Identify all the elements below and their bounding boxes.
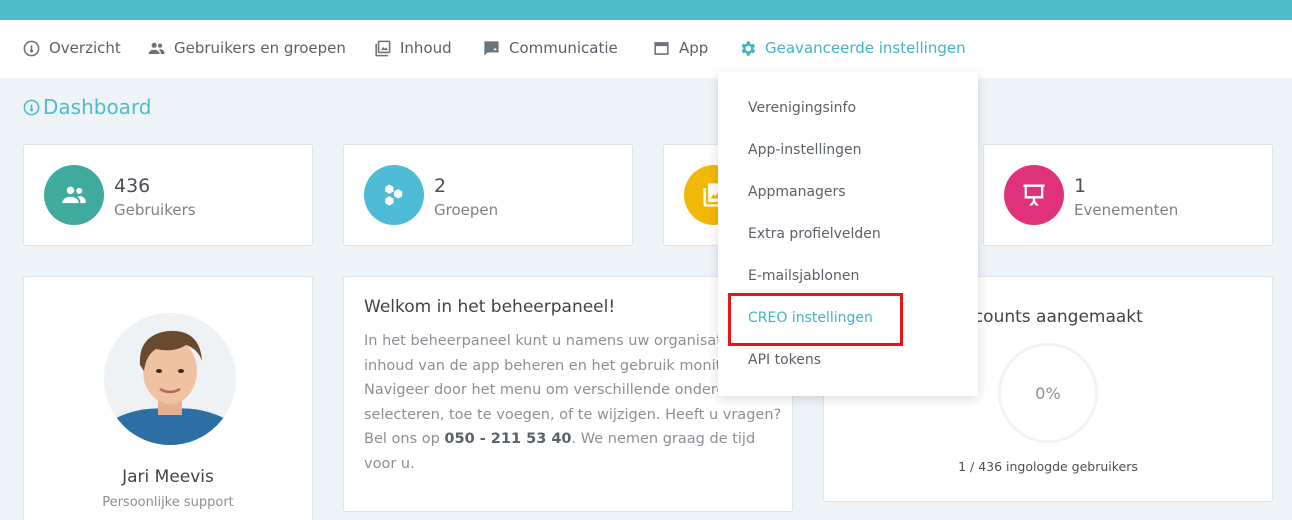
stat-value: 2 <box>434 175 447 197</box>
menu-item-extra-profielvelden[interactable]: Extra profielvelden <box>748 219 881 249</box>
users-icon <box>148 42 165 54</box>
presentation-icon <box>1023 184 1045 206</box>
app-window-icon <box>654 41 669 55</box>
nav-inhoud[interactable]: Inhoud <box>373 20 452 76</box>
avatar <box>104 313 236 445</box>
nav-label: Gebruikers en groepen <box>174 39 346 57</box>
nav-overzicht[interactable]: Overzicht <box>22 20 121 76</box>
stat-card-groups[interactable]: 2 Groepen <box>343 144 633 246</box>
nav-label: Geavanceerde instellingen <box>765 39 966 57</box>
content-icon <box>375 40 391 56</box>
stat-value: 1 <box>1074 175 1087 197</box>
menu-item-appmanagers[interactable]: Appmanagers <box>748 177 846 207</box>
stat-value: 436 <box>114 175 151 197</box>
stat-card-events[interactable]: 1 Evenementen <box>983 144 1273 246</box>
nav-label: App <box>679 39 709 57</box>
progress-percent: 0% <box>1035 383 1061 403</box>
main-navigation: Overzicht Gebruikers en groepen Inhoud C… <box>0 20 1292 78</box>
stat-label: Groepen <box>434 201 499 219</box>
menu-item-api-tokens[interactable]: API tokens <box>748 345 821 375</box>
nav-label: Communicatie <box>509 39 618 57</box>
stat-card-users[interactable]: 436 Gebruikers <box>23 144 313 246</box>
stat-icon-circle <box>44 165 104 225</box>
stat-label: Gebruikers <box>114 201 196 219</box>
top-accent-bar <box>0 0 1292 20</box>
menu-item-e-mailsjablonen[interactable]: E-mailsjablonen <box>748 261 859 291</box>
nav-gebruikers[interactable]: Gebruikers en groepen <box>147 20 346 76</box>
support-phone: 050 - 211 53 40 <box>444 431 572 447</box>
dashboard-icon <box>23 40 40 56</box>
accounts-subtitle: 1 / 436 ingologde gebruikers <box>958 459 1138 474</box>
users-icon <box>62 186 86 204</box>
gear-icon <box>741 40 756 56</box>
menu-item-app-instellingen[interactable]: App-instellingen <box>748 135 861 165</box>
message-icon <box>484 40 499 56</box>
support-profile-card: Jari Meevis Persoonlijke support <box>23 276 313 520</box>
menu-item-verenigingsinfo[interactable]: Verenigingsinfo <box>748 93 856 123</box>
stat-label: Evenementen <box>1074 201 1179 219</box>
nav-communicatie[interactable]: Communicatie <box>482 20 618 76</box>
page-title-text: Dashboard <box>43 95 152 119</box>
welcome-title: Welkom in het beheerpaneel! <box>364 297 616 317</box>
nav-app[interactable]: App <box>652 20 708 76</box>
dashboard-icon <box>23 99 40 115</box>
support-role: Persoonlijke support <box>102 495 234 510</box>
nav-label: Inhoud <box>400 39 452 57</box>
stat-icon-circle <box>1004 165 1064 225</box>
menu-item-creo-instellingen[interactable]: CREO instellingen <box>748 303 873 333</box>
advanced-settings-dropdown: Verenigingsinfo App-instellingen Appmana… <box>718 72 978 396</box>
stat-icon-circle <box>364 165 424 225</box>
nav-geavanceerde-instellingen[interactable]: Geavanceerde instellingen <box>738 20 966 76</box>
nav-label: Overzicht <box>49 39 121 57</box>
page-title: Dashboard <box>22 95 152 119</box>
support-name: Jari Meevis <box>122 467 214 487</box>
hexagons-icon <box>385 184 403 206</box>
